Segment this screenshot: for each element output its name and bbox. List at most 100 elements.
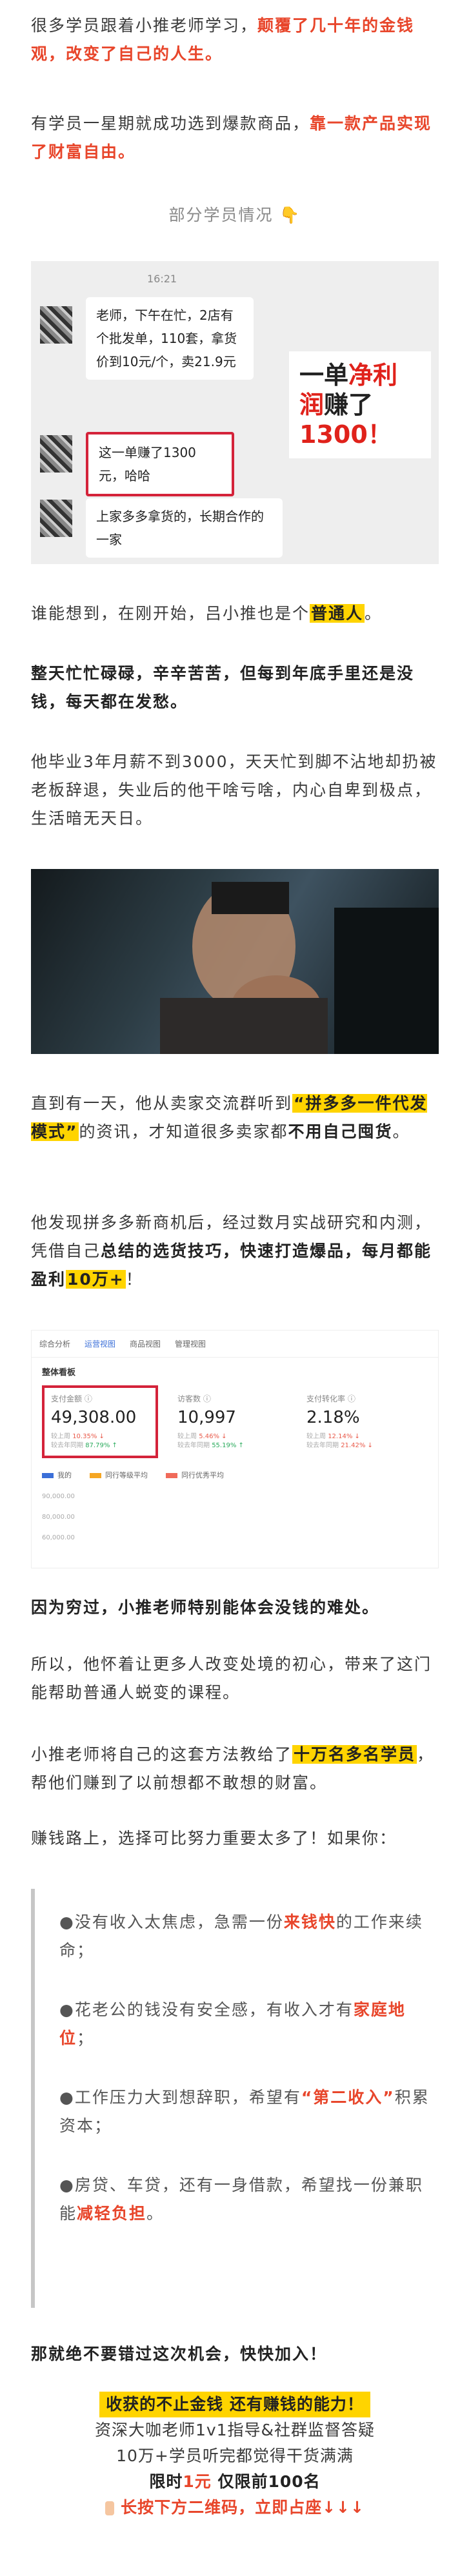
text: 。 bbox=[365, 604, 383, 623]
background-paragraph: 他毕业3年月薪不到3000，天天忙到脚不沾地却扔被老板辞退，失业后的他干啥亏啥，… bbox=[31, 752, 437, 828]
text: 小推老师将自己的这套方法教给了 bbox=[31, 1745, 293, 1764]
sub-value: 5.46% ↓ bbox=[199, 1433, 227, 1440]
axis-tick: 90,000.00 bbox=[42, 1493, 75, 1500]
students-caption: 部分学员情况 👇 bbox=[168, 206, 301, 224]
metric-card-payment: 支付金额 ⓘ 49,308.00 较上周 10.35% ↓ 较去年同期 87.79… bbox=[42, 1385, 158, 1458]
bold-text: 不用自己囤货 bbox=[288, 1122, 393, 1141]
dashboard-cards: 支付金额 ⓘ 49,308.00 较上周 10.35% ↓ 较去年同期 87.79… bbox=[32, 1385, 438, 1458]
sub-label: 较上周 bbox=[51, 1433, 70, 1440]
highlight: 普通人 bbox=[310, 604, 365, 623]
intro-paragraph: 很多学员跟着小推老师学习，颠覆了几十年的金钱观，改变了自己的人生。 bbox=[31, 12, 439, 68]
man-photo bbox=[31, 869, 439, 1054]
legend-item: 同行等级平均 bbox=[90, 1470, 148, 1480]
promo-line-2: 资深大咖老师1v1指导&社群监督答疑 bbox=[94, 2421, 376, 2439]
axis-tick: 80,000.00 bbox=[42, 1514, 75, 1521]
pain-point-1: ●没有收入太焦虑，急需一份来钱快的工作来续命； bbox=[59, 1889, 439, 1965]
highlight: “第二收入” bbox=[301, 2088, 395, 2107]
qr-instruction[interactable]: 长按下方二维码，立即占座↓↓↓ bbox=[121, 2498, 365, 2517]
metric-label: 支付金额 ⓘ bbox=[51, 1394, 92, 1403]
final-call: 那就绝不要错过这次机会，快快加入！ bbox=[31, 2345, 328, 2363]
sub-value: 87.79% ↑ bbox=[85, 1442, 117, 1449]
chat-bubble-3: 上家多多拿货的，长期合作的一家 bbox=[86, 498, 283, 558]
promo-banner: 收获的不止金钱 还有赚钱的能力！ bbox=[99, 2392, 370, 2417]
text: 谁能想到，在刚开始，吕小推也是个 bbox=[31, 604, 310, 623]
busy-paragraph: 整天忙忙碌碌，辛辛苦苦，但每到年底手里还是没钱，每天都在发愁。 bbox=[31, 664, 415, 711]
text: ●花老公的钱没有安全感，有收入才有 bbox=[59, 2000, 354, 2019]
sub-label: 较上周 bbox=[306, 1433, 326, 1440]
metric-value: 49,308.00 bbox=[51, 1408, 137, 1427]
promo-line-5[interactable]: 长按下方二维码，立即占座↓↓↓ bbox=[31, 2495, 439, 2521]
success-text: 有学员一星期就成功选到爆款商品， bbox=[31, 114, 310, 133]
promo-line-4: 限时1元 仅限前100名 bbox=[31, 2469, 439, 2495]
promo-block: 收获的不止金钱 还有赚钱的能力！ 资深大咖老师1v1指导&社群监督答疑 10万+… bbox=[31, 2392, 439, 2521]
metric-sub: 较上周 10.35% ↓ 较去年同期 87.79% ↑ bbox=[51, 1432, 149, 1450]
choice-paragraph: 赚钱路上，选择可比努力重要太多了！如果你： bbox=[31, 1829, 397, 1848]
legend-item: 同行优秀平均 bbox=[166, 1470, 224, 1480]
text: 。 bbox=[146, 2204, 165, 2223]
pain-point-4: ●房贷、车贷，还有一身借款，希望找一份兼职能减轻负担。 bbox=[59, 2140, 439, 2228]
sub-value: 12.14% ↓ bbox=[328, 1433, 360, 1440]
success-paragraph: 有学员一星期就成功选到爆款商品，靠一款产品实现了财富自由。 bbox=[31, 110, 439, 166]
pain-point-3: ●工作压力大到想辞职，希望有“第二收入”积累资本； bbox=[59, 2053, 439, 2140]
metric-value: 10,997 bbox=[177, 1408, 236, 1427]
metric-card-visitors: 访客数 ⓘ 10,997 较上周 5.46% ↓ 较去年同期 55.19% ↑ bbox=[171, 1385, 287, 1458]
promo-line-1: 收获的不止金钱 还有赚钱的能力！ bbox=[31, 2392, 439, 2417]
legend-item: 我的 bbox=[42, 1470, 72, 1480]
sub-value: 21.42% ↓ bbox=[341, 1442, 373, 1449]
tab: 商品视图 bbox=[130, 1340, 161, 1349]
text: ！ bbox=[125, 1270, 143, 1289]
mission-paragraph: 所以，他怀着让更多人改变处境的初心，带来了这门能帮助普通人蜕变的课程。 bbox=[31, 1655, 432, 1702]
caption-amount: 1300！ bbox=[299, 420, 392, 449]
tab: 综合分析 bbox=[39, 1340, 71, 1349]
legend-label: 我的 bbox=[57, 1471, 72, 1479]
chat-bubble-2: 这一单赚了1300元，哈哈 bbox=[86, 432, 234, 496]
caption-part: 一单 bbox=[299, 361, 349, 389]
chat-caption: 一单净利润赚了 1300！ bbox=[289, 351, 431, 458]
pain-points-quote: ●没有收入太焦虑，急需一份来钱快的工作来续命； ●花老公的钱没有安全感，有收入才… bbox=[31, 1889, 439, 2308]
highlight: 来钱快 bbox=[283, 1913, 336, 1931]
dashboard-legend: 我的 同行等级平均 同行优秀平均 bbox=[32, 1458, 438, 1480]
discovery-paragraph: 直到有一天，他从卖家交流群听到“拼多多一件代发模式”的资讯，才知道很多卖家都不用… bbox=[31, 1089, 439, 1146]
metric-card-conversion: 支付转化率 ⓘ 2.18% 较上周 12.14% ↓ 较去年同期 21.42% ↓ bbox=[300, 1385, 416, 1458]
sub-label: 较去年同期 bbox=[177, 1442, 210, 1449]
chat-bubble-1: 老师，下午在忙，2店有个批发单，110套，拿货价到10元/个，卖21.9元 bbox=[86, 297, 254, 380]
metric-sub: 较上周 5.46% ↓ 较去年同期 55.19% ↑ bbox=[177, 1432, 281, 1450]
text: 仅限前100名 bbox=[211, 2472, 321, 2491]
dashboard-tabs: 综合分析 运营视图 商品视图 管理视图 bbox=[32, 1331, 438, 1358]
metric-value: 2.18% bbox=[306, 1408, 360, 1427]
metric-label: 访客数 ⓘ bbox=[177, 1394, 211, 1403]
text: 的资讯，才知道很多卖家都 bbox=[79, 1122, 288, 1141]
dashboard-title: 整体看板 bbox=[42, 1368, 76, 1378]
avatar bbox=[40, 500, 72, 537]
legend-label: 同行优秀平均 bbox=[181, 1471, 224, 1479]
sub-value: 10.35% ↓ bbox=[72, 1433, 105, 1440]
dashboard-axis: 90,000.00 80,000.00 60,000.00 bbox=[32, 1480, 438, 1555]
highlight: 10万+ bbox=[66, 1270, 126, 1289]
metric-label: 支付转化率 ⓘ bbox=[306, 1394, 356, 1403]
price: 1元 bbox=[183, 2472, 212, 2491]
intro-text: 很多学员跟着小推老师学习， bbox=[31, 16, 258, 35]
sub-value: 55.19% ↑ bbox=[212, 1442, 244, 1449]
sub-label: 较去年同期 bbox=[51, 1442, 83, 1449]
sales-dashboard-image: 综合分析 运营视图 商品视图 管理视图 整体看板 支付金额 ⓘ 49,308.0… bbox=[31, 1330, 439, 1568]
text: ●工作压力大到想辞职，希望有 bbox=[59, 2088, 301, 2107]
metric-sub: 较上周 12.14% ↓ 较去年同期 21.42% ↓ bbox=[306, 1432, 410, 1450]
method-paragraph: 他发现拼多多新商机后，经过数月实战研究和内测，凭借自己总结的选货技巧，快速打造爆… bbox=[31, 1209, 439, 1294]
avatar bbox=[40, 435, 72, 473]
tab: 管理视图 bbox=[175, 1340, 206, 1349]
promo-line-3: 10万+学员听完都觉得干货满满 bbox=[116, 2446, 354, 2465]
caption-part: 赚了 bbox=[324, 391, 374, 419]
legend-label: 同行等级平均 bbox=[105, 1471, 148, 1479]
avatar bbox=[40, 306, 72, 344]
chat-time: 16:21 bbox=[147, 273, 177, 285]
text: 限时 bbox=[149, 2472, 183, 2491]
tab: 运营视图 bbox=[85, 1340, 116, 1349]
text: ； bbox=[77, 2029, 95, 2047]
highlight: 减轻负担 bbox=[77, 2204, 147, 2223]
pain-point-2: ●花老公的钱没有安全感，有收入才有家庭地位； bbox=[59, 1965, 439, 2053]
empathy-paragraph: 因为穷过，小推老师特别能体会没钱的难处。 bbox=[31, 1598, 380, 1617]
sub-label: 较上周 bbox=[177, 1433, 197, 1440]
axis-tick: 60,000.00 bbox=[42, 1534, 75, 1541]
text: 。 bbox=[392, 1122, 410, 1141]
highlight: 十万名多名学员 bbox=[292, 1745, 417, 1764]
